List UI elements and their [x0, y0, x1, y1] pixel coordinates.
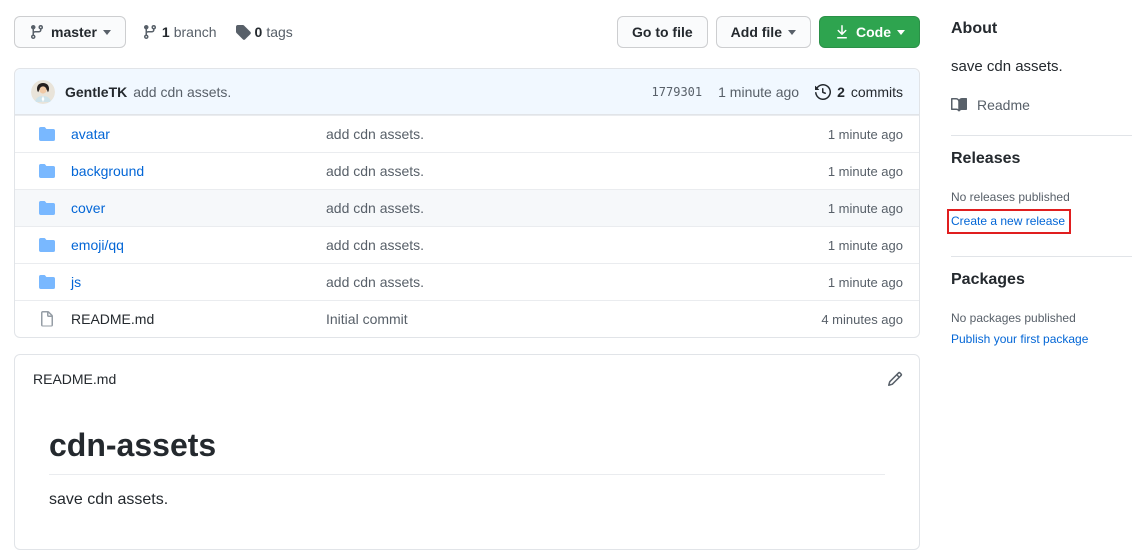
file-age: 1 minute ago [763, 201, 903, 216]
commit-message-link[interactable]: Initial commit [326, 311, 763, 327]
commit-message-link[interactable]: add cdn assets. [326, 163, 763, 179]
file-age: 1 minute ago [763, 275, 903, 290]
add-file-label: Add file [731, 24, 782, 40]
file-link[interactable]: emoji/qq [71, 237, 326, 253]
about-section: About save cdn assets. Readme [951, 20, 1132, 135]
git-branch-icon [142, 24, 158, 40]
avatar[interactable] [31, 80, 55, 104]
tag-count-label: tags [266, 24, 292, 40]
pencil-icon [887, 371, 903, 387]
readme-title: cdn-assets [49, 427, 885, 475]
table-row: avatar add cdn assets. 1 minute ago [15, 115, 919, 152]
readme-header: README.md [15, 355, 919, 395]
chevron-down-icon [103, 30, 111, 35]
file-link[interactable]: cover [71, 200, 326, 216]
commit-timestamp: 1 minute ago [718, 84, 799, 100]
annotation-highlight: Create a new release [947, 209, 1071, 234]
create-release-link[interactable]: Create a new release [951, 213, 1065, 230]
file-age: 1 minute ago [763, 127, 903, 142]
packages-section: Packages No packages published Publish y… [951, 256, 1132, 370]
repo-counts: 1 branch 0 tags [142, 24, 293, 40]
tag-icon [235, 24, 251, 40]
commits-history-link[interactable]: 2 commits [815, 84, 903, 100]
book-icon [951, 97, 967, 113]
commit-message-link[interactable]: add cdn assets. [326, 126, 763, 142]
table-row: background add cdn assets. 1 minute ago [15, 152, 919, 189]
commit-message-link[interactable]: add cdn assets. [133, 84, 231, 100]
readme-card: README.md cdn-assets save cdn assets. [14, 354, 920, 550]
git-branch-icon [29, 24, 45, 40]
go-to-file-button[interactable]: Go to file [617, 16, 708, 48]
releases-section: Releases No releases published Create a … [951, 135, 1132, 256]
add-file-button[interactable]: Add file [716, 16, 811, 48]
file-icon [39, 311, 55, 327]
file-age: 4 minutes ago [763, 312, 903, 327]
table-row: js add cdn assets. 1 minute ago [15, 263, 919, 300]
branch-count: 1 [162, 24, 170, 40]
folder-icon [39, 200, 55, 216]
table-row: emoji/qq add cdn assets. 1 minute ago [15, 226, 919, 263]
branches-link[interactable]: 1 branch [142, 24, 217, 40]
folder-icon [39, 274, 55, 290]
folder-icon [39, 126, 55, 142]
repo-description: save cdn assets. [951, 56, 1132, 77]
readme-link-label: Readme [977, 97, 1030, 113]
table-row: README.md Initial commit 4 minutes ago [15, 300, 919, 337]
folder-icon [39, 237, 55, 253]
chevron-down-icon [788, 30, 796, 35]
commit-author-link[interactable]: GentleTK [65, 84, 127, 100]
about-heading: About [951, 20, 1132, 38]
branch-selector-label: master [51, 24, 97, 40]
file-browser: GentleTK add cdn assets. 1779301 1 minut… [14, 68, 920, 338]
chevron-down-icon [897, 30, 905, 35]
file-age: 1 minute ago [763, 164, 903, 179]
releases-empty-text: No releases published [951, 188, 1132, 207]
download-icon [834, 24, 850, 40]
branch-count-label: branch [174, 24, 217, 40]
publish-package-link[interactable]: Publish your first package [951, 331, 1088, 348]
commit-sha-link[interactable]: 1779301 [652, 85, 703, 99]
readme-body: cdn-assets save cdn assets. [15, 395, 919, 549]
branch-selector-button[interactable]: master [14, 16, 126, 48]
readme-text: save cdn assets. [49, 491, 885, 509]
file-link[interactable]: js [71, 274, 326, 290]
code-button[interactable]: Code [819, 16, 920, 48]
releases-heading: Releases [951, 150, 1132, 168]
tag-count: 0 [255, 24, 263, 40]
commit-message-link[interactable]: add cdn assets. [326, 200, 763, 216]
readme-filename: README.md [33, 371, 116, 387]
repo-page: master 1 branch 0 tags [0, 0, 1132, 550]
folder-icon [39, 163, 55, 179]
table-row: cover add cdn assets. 1 minute ago [15, 189, 919, 226]
packages-empty-text: No packages published [951, 309, 1132, 328]
file-age: 1 minute ago [763, 238, 903, 253]
repo-sidebar: About save cdn assets. Readme Releases N… [951, 16, 1132, 550]
code-button-label: Code [856, 24, 891, 40]
commit-meta: 1779301 1 minute ago 2 commits [652, 84, 903, 100]
commit-count-number: 2 [837, 84, 845, 100]
history-clock-icon [815, 84, 831, 100]
file-link[interactable]: README.md [71, 311, 326, 327]
readme-link[interactable]: Readme [951, 97, 1030, 113]
packages-heading: Packages [951, 271, 1132, 289]
file-link[interactable]: avatar [71, 126, 326, 142]
tags-link[interactable]: 0 tags [235, 24, 293, 40]
edit-readme-button[interactable] [887, 371, 903, 387]
repo-toolbar: master 1 branch 0 tags [14, 16, 920, 48]
file-link[interactable]: background [71, 163, 326, 179]
commit-message-link[interactable]: add cdn assets. [326, 274, 763, 290]
main-column: master 1 branch 0 tags [14, 16, 920, 550]
latest-commit-bar: GentleTK add cdn assets. 1779301 1 minut… [15, 69, 919, 115]
commit-message-link[interactable]: add cdn assets. [326, 237, 763, 253]
toolbar-actions: Go to file Add file Code [617, 16, 920, 48]
commit-count-label: commits [851, 84, 903, 100]
